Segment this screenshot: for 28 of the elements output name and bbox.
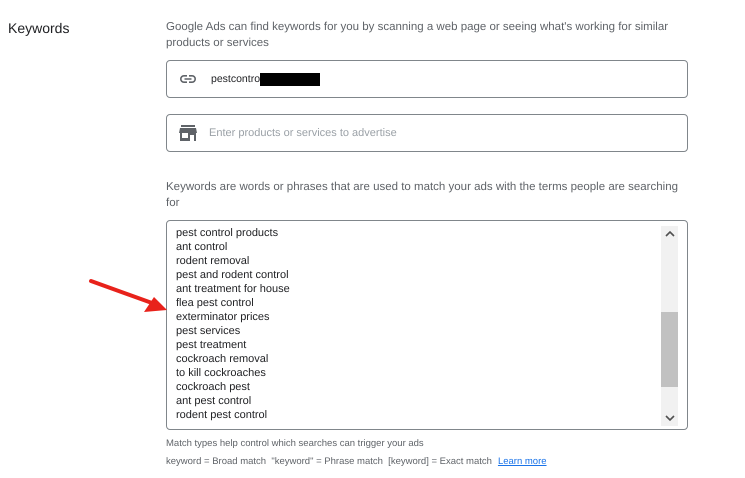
intro-text: Google Ads can find keywords for you by scanning a web page or seeing what's working for similar products or services <box>166 20 670 51</box>
keyword-line: cockroach removal <box>176 352 270 366</box>
url-value: pestcontro <box>211 72 320 86</box>
keyword-line: exterminator prices <box>176 310 271 324</box>
link-icon <box>179 74 197 84</box>
keyword-line: rodent pest control <box>176 408 268 422</box>
scrollbar-thumb[interactable] <box>661 312 678 387</box>
match-help-text: Match types help control which searches can trigger your ads <box>166 437 425 450</box>
url-field[interactable]: pestcontro <box>166 60 688 98</box>
product-field[interactable]: Enter products or services to advertise <box>166 114 688 152</box>
keyword-line: pest treatment <box>176 338 248 352</box>
keyword-line: pest services <box>176 324 242 338</box>
keywords-textarea[interactable] <box>166 220 688 430</box>
keyword-line: ant treatment for house <box>176 282 291 296</box>
keyword-line: flea pest control <box>176 296 255 310</box>
store-icon <box>179 125 197 141</box>
keyword-line: pest control products <box>176 226 280 240</box>
learn-more-link[interactable]: Learn more <box>498 455 547 468</box>
keyword-line: cockroach pest <box>176 380 251 394</box>
match-types-text: keyword = Broad match "keyword" = Phrase match [keyword] = Exact match <box>166 455 492 468</box>
section-title: Keywords <box>7 19 70 36</box>
scrollbar[interactable] <box>661 226 678 426</box>
keyword-line: rodent removal <box>176 254 250 268</box>
keyword-line: ant pest control <box>176 394 252 408</box>
keyword-line: pest and rodent control <box>176 268 290 282</box>
keyword-line: to kill cockroaches <box>176 366 267 380</box>
keywords-help-text: Keywords are words or phrases that are used to match your ads with the terms people are searching for <box>166 180 680 211</box>
keyword-line: ant control <box>176 240 228 254</box>
